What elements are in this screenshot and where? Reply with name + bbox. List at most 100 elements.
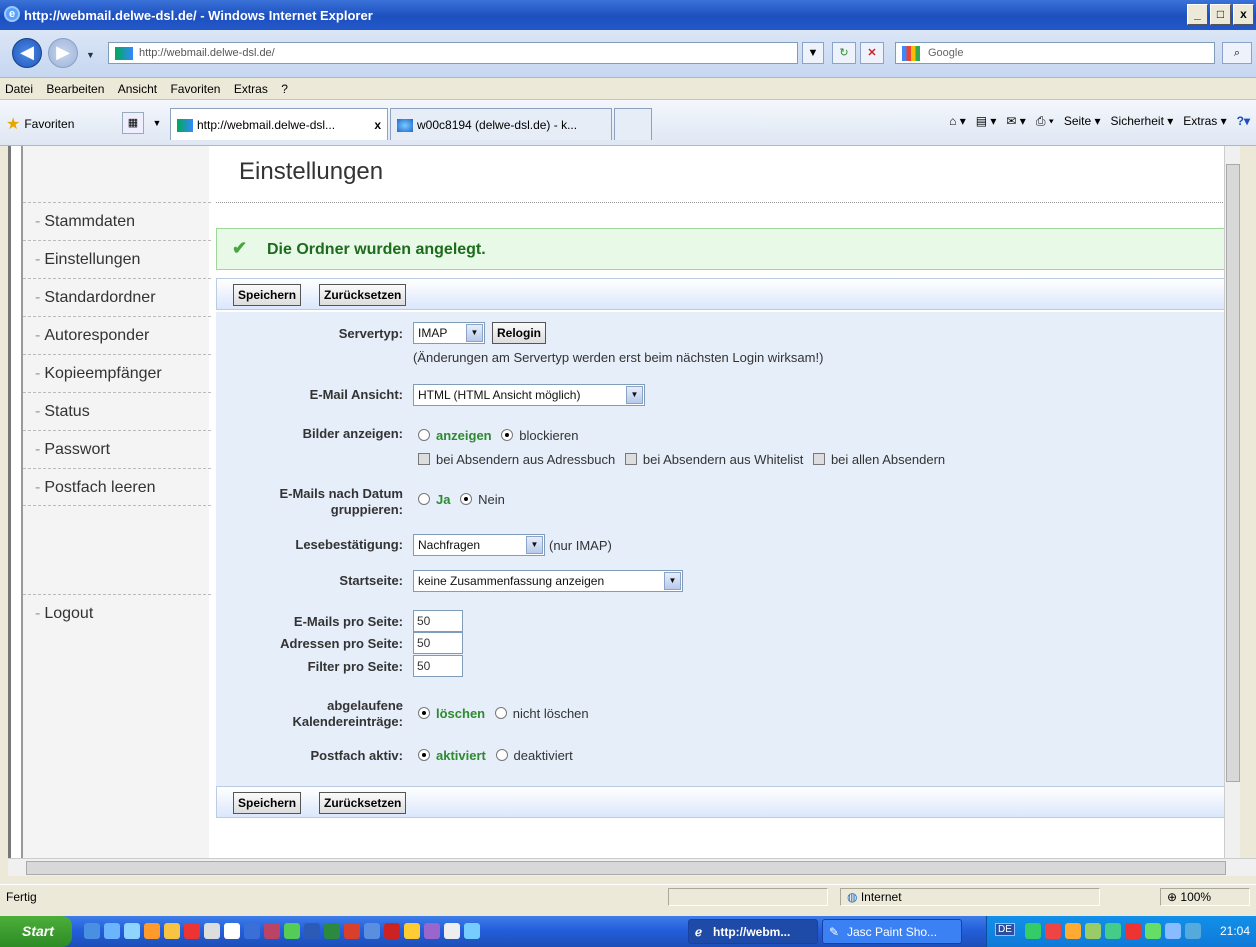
quicklaunch-icon[interactable]: [464, 923, 480, 939]
sidebar-item-passwort[interactable]: - Passwort: [23, 430, 211, 468]
close-tab-icon[interactable]: x: [374, 118, 381, 132]
sidebar-item-status[interactable]: - Status: [23, 392, 211, 430]
quicklaunch-icon[interactable]: [104, 923, 120, 939]
kalender-nicht-loeschen-radio[interactable]: [494, 707, 507, 719]
feeds-icon[interactable]: ▤ ▾: [976, 114, 997, 129]
forward-icon[interactable]: ▶: [48, 38, 78, 68]
quicklaunch-icon[interactable]: [324, 923, 340, 939]
save-button-bottom[interactable]: Speichern: [233, 792, 302, 814]
emails-pro-seite-input[interactable]: 50: [413, 610, 463, 632]
bilder-anzeigen-radio[interactable]: [418, 429, 430, 441]
horizontal-scroll-thumb[interactable]: [26, 861, 1226, 875]
quicklaunch-icon[interactable]: [364, 923, 380, 939]
language-indicator[interactable]: DE: [995, 923, 1015, 936]
tray-icon[interactable]: [1185, 923, 1201, 939]
quicklaunch-icon[interactable]: [264, 923, 280, 939]
search-input[interactable]: Google: [895, 42, 1215, 64]
gruppieren-nein-radio[interactable]: [460, 493, 473, 505]
tray-icon[interactable]: [1085, 923, 1101, 939]
tray-icon[interactable]: [1045, 923, 1061, 939]
quicklaunch-icon[interactable]: [184, 923, 200, 939]
help-icon[interactable]: ?▾: [1237, 114, 1250, 129]
adressbuch-checkbox[interactable]: [418, 453, 430, 465]
quicklaunch-icon[interactable]: [224, 923, 240, 939]
quicklaunch-icon[interactable]: [404, 923, 420, 939]
reset-button-bottom[interactable]: Zurücksetzen: [319, 792, 407, 814]
sidebar-item-standardordner[interactable]: - Standardordner: [23, 278, 211, 316]
zoom-control[interactable]: ⊕ 100%: [1160, 888, 1250, 906]
minimize-button[interactable]: _: [1187, 4, 1208, 25]
quicklaunch-icon[interactable]: [164, 923, 180, 939]
quicklaunch-icon[interactable]: [84, 923, 100, 939]
quicklaunch-icon[interactable]: [304, 923, 320, 939]
tray-icon[interactable]: [1065, 923, 1081, 939]
tools-menu[interactable]: Extras ▾: [1183, 114, 1226, 129]
save-button[interactable]: Speichern: [233, 284, 302, 306]
postfach-aktiviert-radio[interactable]: [418, 749, 430, 761]
postfach-deaktiviert-radio[interactable]: [495, 749, 508, 761]
mail-icon[interactable]: ✉ ▾: [1006, 114, 1025, 129]
quicklaunch-icon[interactable]: [144, 923, 160, 939]
sidebar-item-kopieempfaenger[interactable]: - Kopieempfänger: [23, 354, 211, 392]
page-menu[interactable]: Seite ▾: [1064, 114, 1101, 129]
tab-webmail[interactable]: http://webmail.delwe-dsl... x: [170, 108, 388, 140]
vertical-scroll-thumb[interactable]: [1226, 164, 1240, 782]
tray-icon[interactable]: [1165, 923, 1181, 939]
alle-absender-checkbox[interactable]: [812, 453, 825, 465]
relogin-button[interactable]: Relogin: [492, 322, 546, 344]
sidebar-item-postfach-leeren[interactable]: - Postfach leeren: [23, 468, 211, 506]
tray-icon[interactable]: [1025, 923, 1041, 939]
quicklaunch-icon[interactable]: [244, 923, 260, 939]
sidebar-item-logout[interactable]: - Logout: [23, 594, 211, 632]
refresh-icon[interactable]: ↻: [832, 42, 856, 64]
menu-bearbeiten[interactable]: Bearbeiten: [46, 82, 104, 96]
tray-icon[interactable]: [1105, 923, 1121, 939]
favorites-button[interactable]: ★ Favoriten: [6, 114, 74, 134]
reset-button[interactable]: Zurücksetzen: [319, 284, 407, 306]
start-button[interactable]: Start: [0, 916, 72, 947]
whitelist-checkbox[interactable]: [624, 453, 637, 465]
security-menu[interactable]: Sicherheit ▾: [1111, 114, 1174, 129]
servertyp-select[interactable]: IMAP ▼: [413, 322, 485, 344]
stop-icon[interactable]: ✕: [860, 42, 884, 64]
menu-favoriten[interactable]: Favoriten: [170, 82, 220, 96]
tab-w00c8194[interactable]: w00c8194 (delwe-dsl.de) - k...: [390, 108, 612, 140]
quicklaunch-icon[interactable]: [424, 923, 440, 939]
address-dropdown-icon[interactable]: ▼: [802, 42, 824, 64]
new-tab-button[interactable]: [614, 108, 652, 140]
close-window-button[interactable]: x: [1233, 4, 1254, 25]
tab-list-dropdown-icon[interactable]: ▼: [150, 112, 164, 134]
adressen-pro-seite-input[interactable]: 50: [413, 632, 463, 654]
history-dropdown-icon[interactable]: ▼: [86, 50, 95, 60]
kalender-loeschen-radio[interactable]: [418, 707, 430, 719]
quicklaunch-icon[interactable]: [204, 923, 220, 939]
startseite-select[interactable]: keine Zusammenfassung anzeigen ▼: [413, 570, 683, 592]
quicklaunch-icon[interactable]: [344, 923, 360, 939]
sidebar-item-autoresponder[interactable]: - Autoresponder: [23, 316, 211, 354]
lesebestaetigung-select[interactable]: Nachfragen ▼: [413, 534, 545, 556]
gruppieren-ja-radio[interactable]: [418, 493, 430, 505]
menu-extras[interactable]: Extras: [234, 82, 268, 96]
quicklaunch-icon[interactable]: [124, 923, 140, 939]
quicklaunch-icon[interactable]: [444, 923, 460, 939]
bilder-blockieren-radio[interactable]: [501, 429, 514, 441]
home-icon[interactable]: ⌂ ▾: [949, 114, 966, 129]
tray-icon[interactable]: [1125, 923, 1141, 939]
task-jasc[interactable]: ✎ Jasc Paint Sho...: [822, 919, 962, 944]
search-button-icon[interactable]: ⌕: [1222, 42, 1252, 64]
sidebar-item-einstellungen[interactable]: - Einstellungen: [23, 240, 211, 278]
menu-datei[interactable]: Datei: [5, 82, 33, 96]
print-icon[interactable]: ⎙ ▾: [1036, 114, 1054, 129]
address-input[interactable]: http://webmail.delwe-dsl.de/: [108, 42, 798, 64]
quicklaunch-icon[interactable]: [284, 923, 300, 939]
back-icon[interactable]: ◀: [12, 38, 42, 68]
email-ansicht-select[interactable]: HTML (HTML Ansicht möglich) ▼: [413, 384, 645, 406]
menu-help[interactable]: ?: [281, 82, 288, 96]
sidebar-item-stammdaten[interactable]: - Stammdaten: [23, 202, 211, 240]
task-ie[interactable]: ℯ http://webm...: [688, 919, 818, 944]
vertical-scrollbar[interactable]: [1224, 146, 1240, 858]
menu-ansicht[interactable]: Ansicht: [118, 82, 157, 96]
tray-icon[interactable]: [1145, 923, 1161, 939]
quicklaunch-icon[interactable]: [384, 923, 400, 939]
maximize-button[interactable]: □: [1210, 4, 1231, 25]
